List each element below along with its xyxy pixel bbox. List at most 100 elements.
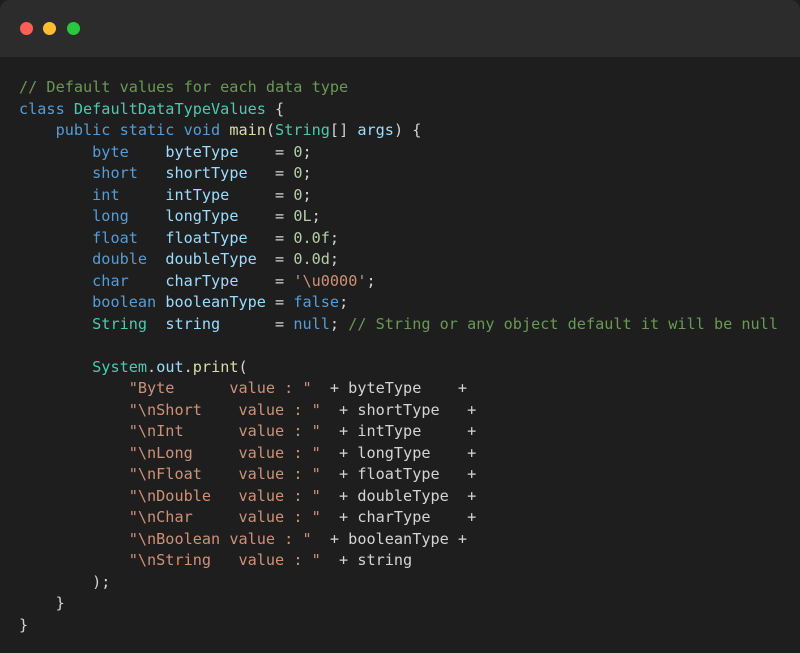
code-line: "\nString value : " + string (19, 551, 412, 569)
code-token: args (357, 121, 394, 139)
code-token: ; (302, 164, 312, 182)
window-titlebar (0, 0, 800, 57)
code-token: float (92, 228, 166, 247)
code-line: double doubleType = 0.0d; (19, 250, 339, 268)
code-line: char charType = '\u0000'; (19, 272, 376, 290)
code-window: // Default values for each data type cla… (0, 0, 800, 653)
code-token: = (247, 164, 294, 182)
code-token: public static void (55, 121, 230, 139)
code-token: int (92, 185, 166, 204)
code-block: // Default values for each data type cla… (19, 77, 778, 636)
code-line: } (19, 616, 28, 634)
code-token: ; (329, 228, 340, 247)
code-token: 0L (293, 207, 312, 225)
code-token: floatType (165, 228, 248, 247)
code-line: "\nBoolean value : " + booleanType + (19, 530, 467, 548)
code-token: "\nLong value : " (128, 443, 321, 462)
code-token: string (165, 314, 221, 333)
code-line: ); (19, 573, 110, 591)
code-line: "\nLong value : " + longType + (19, 444, 476, 462)
code-token: '\u0000' (293, 271, 367, 290)
code-token: String (92, 314, 166, 333)
code-token: ; (302, 185, 312, 204)
code-token: + charType + (320, 508, 477, 526)
code-token: "Byte value : " (128, 379, 312, 397)
code-token: = (256, 250, 294, 268)
code-token: = (238, 142, 294, 161)
code-token: main (229, 121, 266, 139)
code-token: 0.0f (293, 228, 330, 247)
code-token: ; (329, 250, 340, 268)
code-line: boolean booleanType = false; (19, 293, 348, 311)
code-token: ( (238, 357, 248, 376)
code-token: + booleanType + (311, 529, 468, 548)
code-token: = (220, 314, 294, 333)
code-line: public static void main(String[] args) { (19, 121, 422, 139)
code-token: = (247, 228, 294, 247)
code-line: String string = null; // String or any o… (19, 315, 778, 333)
minimize-button[interactable] (43, 22, 56, 35)
code-token: longType (165, 207, 239, 225)
code-line: } (19, 594, 65, 612)
code-token: doubleType (165, 250, 257, 268)
code-line: "\nDouble value : " + doubleType + (19, 487, 476, 505)
code-token: . (147, 357, 157, 376)
code-token: char (92, 271, 166, 290)
code-token: System (92, 357, 148, 376)
code-line: System.out.print( (19, 358, 248, 376)
code-line: "\nShort value : " + shortType + (19, 401, 476, 419)
code-token: { (265, 99, 285, 118)
code-token: 0 (293, 142, 303, 161)
code-token: "\nString value : " (128, 551, 321, 569)
code-token: [] (329, 121, 358, 139)
code-token: "\nChar value : " (128, 508, 321, 526)
code-line: float floatType = 0.0f; (19, 229, 339, 247)
code-token: . (183, 357, 193, 376)
code-token: + string (320, 551, 413, 569)
code-token: + shortType + (320, 400, 477, 419)
code-token: String (275, 121, 330, 139)
code-token: 0.0d (293, 250, 330, 268)
code-token: byte (92, 142, 166, 161)
code-token: = (238, 271, 294, 290)
code-token: booleanType (165, 293, 266, 311)
code-token: byteType (165, 142, 239, 161)
code-token: null (293, 314, 330, 333)
code-line: long longType = 0L; (19, 207, 321, 225)
code-token: + doubleType + (320, 486, 477, 505)
code-token: } (19, 594, 65, 612)
close-button[interactable] (20, 22, 33, 35)
code-token: double (92, 250, 166, 268)
code-token: DefaultDataTypeValues (73, 99, 266, 118)
code-token: "\nFloat value : " (128, 465, 321, 483)
code-line: // Default values for each data type (19, 78, 348, 96)
code-line: int intType = 0; (19, 186, 312, 204)
code-token: charType (165, 271, 239, 290)
code-token: long (92, 207, 166, 225)
code-line: byte byteType = 0; (19, 143, 312, 161)
code-token: = (265, 293, 294, 311)
code-token: 0 (293, 185, 303, 204)
code-token: + intType + (320, 422, 477, 440)
code-token: ; (302, 142, 312, 161)
code-token: out (156, 357, 184, 376)
code-token: intType (165, 185, 230, 204)
code-token: "\nShort value : " (128, 400, 321, 419)
code-token: class (19, 99, 74, 118)
code-token: + byteType + (311, 379, 468, 397)
code-token: // String or any object default it will … (348, 314, 778, 333)
code-line: "\nFloat value : " + floatType + (19, 465, 476, 483)
code-token: + floatType + (320, 465, 477, 483)
maximize-button[interactable] (67, 22, 80, 35)
